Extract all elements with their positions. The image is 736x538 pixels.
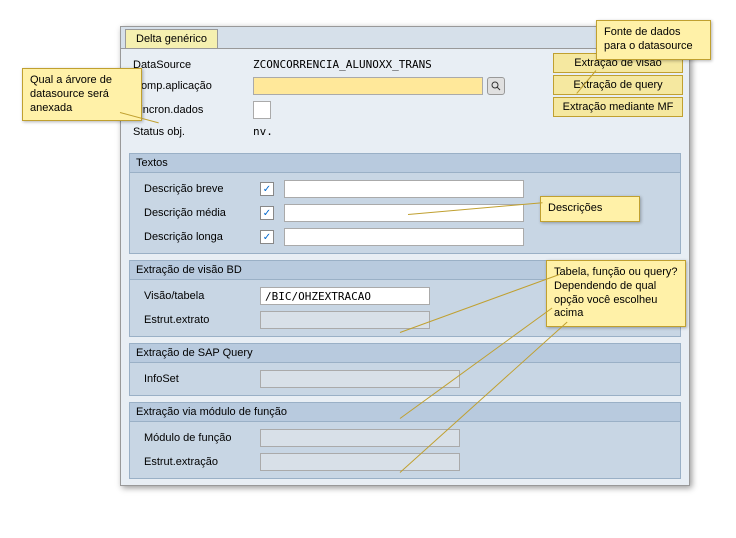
desc-breve-checkbox[interactable]: ✓ bbox=[260, 182, 274, 196]
callout-tabela-funcao-query: Tabela, função ou query? Dependendo de q… bbox=[546, 260, 686, 327]
search-help-icon[interactable] bbox=[487, 77, 505, 95]
sincron-label: Sincron.dados bbox=[129, 104, 249, 116]
extracao-mf-button[interactable]: Extração mediante MF bbox=[553, 97, 683, 117]
desc-media-checkbox[interactable]: ✓ bbox=[260, 206, 274, 220]
ext-modulo-title: Extração via módulo de função bbox=[130, 403, 680, 422]
comp-aplicacao-input[interactable] bbox=[253, 77, 483, 95]
ext-sap-query-group: Extração de SAP Query InfoSet bbox=[129, 343, 681, 396]
estrut-extrato-label: Estrut.extrato bbox=[136, 314, 256, 326]
status-value: nv. bbox=[253, 125, 273, 138]
estrut-extracao-label: Estrut.extração bbox=[136, 456, 256, 468]
infoset-input[interactable] bbox=[260, 370, 460, 388]
status-label: Status obj. bbox=[129, 126, 249, 138]
desc-longa-checkbox[interactable]: ✓ bbox=[260, 230, 274, 244]
visao-tabela-label: Visão/tabela bbox=[136, 290, 256, 302]
extracao-query-button[interactable]: Extração de query bbox=[553, 75, 683, 95]
main-panel: Delta genérico DataSource ZCONCORRENCIA_… bbox=[120, 26, 690, 486]
callout-descricoes: Descrições bbox=[540, 196, 640, 222]
textos-title: Textos bbox=[130, 154, 680, 173]
sincron-input[interactable] bbox=[253, 101, 271, 119]
infoset-label: InfoSet bbox=[136, 373, 256, 385]
desc-breve-input[interactable] bbox=[284, 180, 524, 198]
tab-delta-generico[interactable]: Delta genérico bbox=[125, 29, 218, 48]
datasource-label: DataSource bbox=[129, 59, 249, 71]
datasource-value: ZCONCORRENCIA_ALUNOXX_TRANS bbox=[253, 58, 432, 71]
modulo-funcao-label: Módulo de função bbox=[136, 432, 256, 444]
extraction-buttons: Extração de visão Extração de query Extr… bbox=[553, 53, 683, 117]
ext-sap-query-title: Extração de SAP Query bbox=[130, 344, 680, 363]
estrut-extracao-input[interactable] bbox=[260, 453, 460, 471]
visao-tabela-input[interactable] bbox=[260, 287, 430, 305]
top-form: DataSource ZCONCORRENCIA_ALUNOXX_TRANS C… bbox=[121, 49, 689, 147]
desc-media-label: Descrição média bbox=[136, 207, 256, 219]
comp-aplicacao-label: Comp.aplicação bbox=[129, 80, 249, 92]
desc-longa-input[interactable] bbox=[284, 228, 524, 246]
desc-breve-label: Descrição breve bbox=[136, 183, 256, 195]
callout-fonte-dados: Fonte de dados para o datasource bbox=[596, 20, 711, 60]
estrut-extrato-input[interactable] bbox=[260, 311, 430, 329]
desc-longa-label: Descrição longa bbox=[136, 231, 256, 243]
